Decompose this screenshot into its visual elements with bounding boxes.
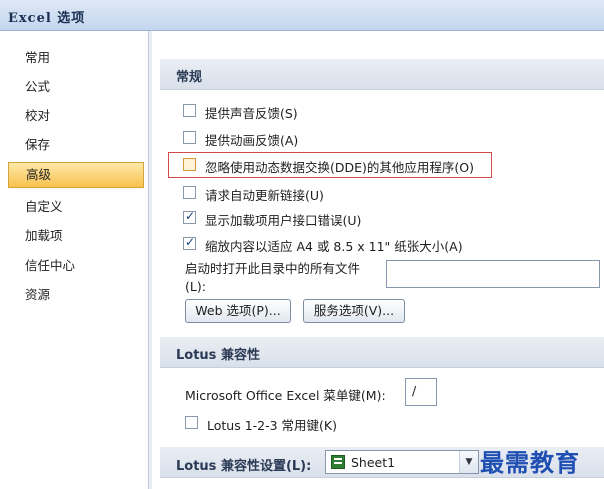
lotus-settings-section-title: Lotus 兼容性设置(L): [176,459,312,474]
scale-paper-checkbox[interactable] [183,235,196,250]
sidebar-item-save[interactable]: 保存 [8,132,144,158]
sidebar-item-advanced[interactable]: 高级 [8,162,144,188]
sidebar-item-trust-center[interactable]: 信任中心 [8,253,144,279]
sound-feedback-checkbox[interactable] [183,104,196,117]
lotus-nav-keys-label: Lotus 1-2-3 常用键(K) [207,418,338,433]
animation-feedback-label: 提供动画反馈(A) [205,133,299,148]
ignore-dde-label: 忽略使用动态数据交换(DDE)的其他应用程序(O) [205,160,474,175]
animation-feedback-checkbox[interactable] [183,131,196,144]
startup-folder-label-line1: 启动时打开此目录中的所有文件 [185,261,361,276]
sidebar-item-proofing[interactable]: 校对 [8,103,144,129]
sidebar-item-popular[interactable]: 常用 [8,45,144,71]
sidebar: 常用 公式 校对 保存 高级 自定义 加载项 信任中心 资源 [0,31,149,489]
sidebar-item-resources[interactable]: 资源 [8,282,144,308]
startup-folder-input[interactable] [386,260,600,288]
startup-folder-label: 启动时打开此目录中的所有文件 (L): [185,260,360,296]
general-section-header: 常规 [160,59,604,90]
update-links-label: 请求自动更新链接(U) [205,188,324,203]
sidebar-item-addins[interactable]: 加载项 [8,223,144,249]
sheet-select-value: Sheet1 [351,455,396,470]
ignore-dde-checkbox[interactable] [183,158,196,171]
lotus-compat-section-title: Lotus 兼容性 [176,348,260,363]
service-options-button[interactable]: 服务选项(V)... [303,299,405,323]
general-section-title: 常规 [176,70,203,85]
lotus-compat-section-header: Lotus 兼容性 [160,337,604,368]
scale-paper-label: 缩放内容以适应 A4 或 8.5 x 11" 纸张大小(A) [205,239,463,254]
menu-key-input[interactable]: / [405,378,437,406]
menu-key-label: Microsoft Office Excel 菜单键(M): [185,388,386,403]
sheet-select[interactable]: Sheet1 ▼ [325,450,479,474]
update-links-checkbox[interactable] [183,186,196,199]
worksheet-icon [331,455,345,469]
sidebar-item-formulas[interactable]: 公式 [8,74,144,100]
options-panel: 常规 提供声音反馈(S) 提供动画反馈(A) 忽略使用动态数据交换(DDE)的其… [152,31,604,489]
startup-folder-label-line2: (L): [185,279,206,294]
web-options-button[interactable]: Web 选项(P)... [185,299,291,323]
window-title: Excel 选项 [8,11,86,26]
addin-errors-label: 显示加载项用户接口错误(U) [205,213,362,228]
sidebar-item-customize[interactable]: 自定义 [8,194,144,220]
title-bar: Excel 选项 [0,0,604,31]
sound-feedback-label: 提供声音反馈(S) [205,106,298,121]
chevron-down-icon[interactable]: ▼ [459,451,478,473]
lotus-nav-keys-checkbox[interactable] [185,416,198,429]
watermark: 最需教育 [480,448,580,477]
addin-errors-checkbox[interactable] [183,209,196,224]
